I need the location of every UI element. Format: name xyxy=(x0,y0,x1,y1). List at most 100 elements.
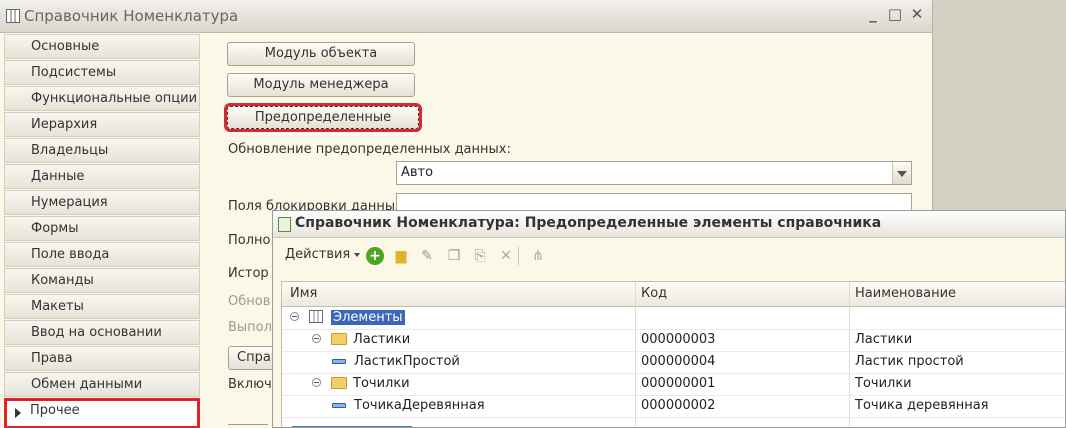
nav-item[interactable]: Обмен данными xyxy=(4,372,200,397)
nav-item-label: Владельцы xyxy=(31,143,109,158)
actions-menu[interactable]: Действия xyxy=(285,247,360,262)
nav-item-label: Поле ввода xyxy=(31,247,110,262)
update-predefined-value: Авто xyxy=(401,165,434,180)
element-icon xyxy=(332,403,346,408)
name-cell[interactable]: Ластики xyxy=(353,332,410,347)
nav-item[interactable]: Права xyxy=(4,346,200,371)
code-cell[interactable]: 000000003 xyxy=(641,332,715,347)
history-label: Истор xyxy=(228,266,269,281)
nav-item[interactable]: Нумерация xyxy=(4,190,200,215)
nav-item-label: Обмен данными xyxy=(31,377,143,392)
add-folder-icon[interactable]: ▆ xyxy=(392,247,410,265)
divider xyxy=(228,424,268,425)
fulltext-label: Полно xyxy=(228,233,271,248)
element-icon xyxy=(332,359,346,364)
object-module-button[interactable]: Модуль объекта xyxy=(227,42,415,66)
row-name: Элементы xyxy=(331,310,405,325)
window-titlebar[interactable]: Справочник Номенклатура _ □ ✕ xyxy=(0,0,932,33)
row-name: Ластики xyxy=(353,332,411,347)
nav-item[interactable]: Владельцы xyxy=(4,138,200,163)
nav-item[interactable]: Ввод на основании xyxy=(4,320,200,345)
nav-item[interactable]: Основные xyxy=(4,34,200,59)
title-cell[interactable]: Точика деревянная xyxy=(855,398,988,413)
row-name: Точилки xyxy=(353,376,410,391)
dialog-title: Справочник Номенклатура: Предопределенны… xyxy=(295,215,882,231)
nav-item[interactable]: Иерархия xyxy=(4,112,200,137)
nav-item-label: Функциональные опции xyxy=(31,91,198,106)
code-cell[interactable]: 000000002 xyxy=(641,398,715,413)
table-row[interactable]: Элементы xyxy=(282,307,1065,330)
nav-item-label: Нумерация xyxy=(31,195,108,210)
table-row[interactable]: ЛастикПростой 000000004 Ластик простой xyxy=(282,351,1065,374)
name-cell[interactable]: Элементы xyxy=(331,310,405,325)
col-title-header[interactable]: Наименование xyxy=(855,286,956,301)
update-dim-label: Обнов xyxy=(228,294,271,309)
nav-item-label: Подсистемы xyxy=(31,65,117,80)
name-cell[interactable]: ЛастикПростой xyxy=(354,354,460,369)
hierarchy-icon[interactable]: ⋔ xyxy=(529,247,547,265)
table-row[interactable]: Точилки 000000001 Точилки xyxy=(282,373,1065,396)
nav-item-label: Права xyxy=(31,351,73,366)
collapse-toggle-icon[interactable] xyxy=(312,334,321,343)
predefined-button[interactable]: Предопределенные xyxy=(224,103,422,132)
catalog-edit-icon xyxy=(278,217,291,232)
title-cell[interactable]: Ластик простой xyxy=(855,354,964,369)
predefined-grid: Имя Код Наименование Элементы Ластики 0000… xyxy=(281,281,1065,427)
expand-arrow-icon xyxy=(15,408,21,418)
settings-nav: Основные Подсистемы Функциональные опции Ие… xyxy=(4,34,200,428)
dropdown-arrow-icon[interactable] xyxy=(892,162,911,184)
code-cell[interactable]: 000000001 xyxy=(641,376,715,391)
table-icon xyxy=(309,310,323,323)
nav-item[interactable]: Команды xyxy=(4,268,200,293)
nav-item-label: Данные xyxy=(31,169,85,184)
nav-item[interactable]: Формы xyxy=(4,216,200,241)
close-icon[interactable]: ✕ xyxy=(908,5,926,23)
minimize-icon[interactable]: _ xyxy=(864,5,882,23)
toolbar-separator xyxy=(518,247,519,265)
predefined-elements-dialog: Справочник Номенклатура: Предопределенны… xyxy=(272,210,1066,428)
maximize-icon[interactable]: □ xyxy=(886,5,904,23)
nav-item[interactable]: Макеты xyxy=(4,294,200,319)
delete-icon[interactable]: ✕ xyxy=(497,247,515,265)
grid-header: Имя Код Наименование xyxy=(282,282,1065,307)
paste-icon[interactable]: ⎘ xyxy=(471,247,489,265)
nav-item-label: Формы xyxy=(31,221,79,236)
folder-icon xyxy=(331,377,347,389)
folder-icon xyxy=(331,333,347,345)
nav-item[interactable]: Прочее xyxy=(4,398,200,428)
table-row[interactable]: ТочикаДеревянная 000000002 Точика деревянн… xyxy=(282,395,1065,418)
nav-item-label: Ввод на основании xyxy=(31,325,162,340)
update-predefined-select[interactable]: Авто xyxy=(396,161,912,185)
nav-item[interactable]: Поле ввода xyxy=(4,242,200,267)
nav-item-label: Макеты xyxy=(31,299,84,314)
title-cell[interactable]: Ластики xyxy=(855,332,912,347)
window-title: Справочник Номенклатура xyxy=(24,7,239,25)
name-cell[interactable]: ТочикаДеревянная xyxy=(354,398,485,413)
collapse-toggle-icon[interactable] xyxy=(290,312,299,321)
name-cell[interactable]: Точилки xyxy=(353,376,410,391)
include-label: Включ xyxy=(228,377,272,392)
nav-item-label: Прочее xyxy=(30,403,80,418)
copy-icon[interactable]: ❐ xyxy=(445,247,463,265)
col-name-header[interactable]: Имя xyxy=(290,286,317,301)
table-row[interactable]: Ластики 000000003 Ластики xyxy=(282,329,1065,352)
catalog-icon xyxy=(6,9,20,23)
code-cell[interactable]: 000000004 xyxy=(641,354,715,369)
spra-button[interactable]: Справ xyxy=(228,346,278,370)
title-cell[interactable]: Точилки xyxy=(855,376,912,391)
nav-item-label: Команды xyxy=(31,273,94,288)
col-code-header[interactable]: Код xyxy=(641,286,667,301)
nav-item[interactable]: Подсистемы xyxy=(4,60,200,85)
nav-item-label: Иерархия xyxy=(31,117,98,132)
manager-module-button[interactable]: Модуль менеджера xyxy=(227,73,415,97)
nav-item[interactable]: Данные xyxy=(4,164,200,189)
edit-icon[interactable]: ✎ xyxy=(418,247,436,265)
dialog-titlebar[interactable]: Справочник Номенклатура: Предопределенны… xyxy=(273,211,1065,238)
add-icon[interactable]: + xyxy=(366,247,384,265)
update-predefined-label: Обновление предопределенных данных: xyxy=(228,142,511,157)
nav-item-label: Основные xyxy=(31,39,100,54)
collapse-toggle-icon[interactable] xyxy=(312,378,321,387)
nav-item[interactable]: Функциональные опции xyxy=(4,86,200,111)
row-name: ЛастикПростой xyxy=(354,354,460,369)
dialog-toolbar: Действия + ▆ ✎ ❐ ⎘ ✕ ⋔ xyxy=(273,237,1065,275)
